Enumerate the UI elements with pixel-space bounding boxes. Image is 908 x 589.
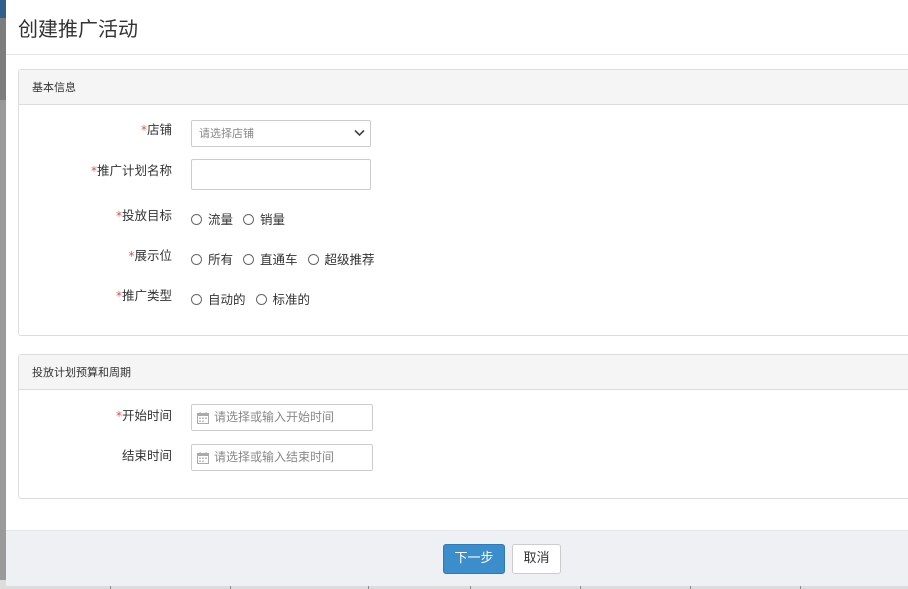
goal-option-traffic[interactable]: 流量 [191, 209, 233, 228]
modal-footer: 下一步 取消 [6, 530, 908, 586]
radio-button[interactable] [255, 293, 267, 305]
start-time-label: *开始时间 [116, 406, 172, 426]
promo-type-row: *推广类型 自动的 标准的 [19, 286, 908, 316]
next-step-button[interactable]: 下一步 [443, 544, 505, 574]
end-time-input[interactable]: 请选择或输入结束时间 [191, 444, 373, 471]
end-time-row: 结束时间 请选择或输入结束时间 [19, 444, 908, 476]
start-time-input[interactable]: 请选择或输入开始时间 [191, 404, 373, 431]
chevron-down-icon [354, 129, 365, 137]
radio-button[interactable] [243, 213, 255, 225]
promo-type-option-auto[interactable]: 自动的 [191, 289, 246, 308]
cancel-button[interactable]: 取消 [512, 544, 561, 574]
radio-button[interactable] [243, 253, 255, 265]
placement-label-text: 展示位 [134, 248, 172, 263]
store-label-text: 店铺 [146, 122, 172, 137]
end-time-placeholder: 请选择或输入结束时间 [214, 450, 335, 464]
start-time-placeholder: 请选择或输入开始时间 [214, 410, 335, 424]
calendar-icon [197, 451, 209, 464]
basic-info-panel: 基本信息 *店铺 请选择店铺 *推广计划名称 *投放目标 流量 销量 *展示位 … [18, 69, 908, 336]
placement-option-label: 超级推荐 [324, 251, 375, 267]
calendar-icon [197, 411, 209, 424]
plan-name-label-text: 推广计划名称 [96, 163, 172, 178]
goal-option-label: 销量 [260, 211, 286, 227]
promo-type-radio-group: 自动的 标准的 [191, 288, 320, 308]
store-select[interactable]: 请选择店铺 [191, 120, 371, 147]
plan-name-label: *推广计划名称 [91, 161, 172, 181]
radio-button[interactable] [307, 253, 319, 265]
placement-option-through-train[interactable]: 直通车 [243, 249, 298, 268]
goal-option-label: 流量 [208, 211, 234, 227]
budget-period-panel: 投放计划预算和周期 *开始时间 请选择或输入开始时间 结束时间 请选择或输入结束… [18, 354, 908, 499]
goal-radio-group: 流量 销量 [191, 208, 295, 228]
goal-option-sales[interactable]: 销量 [243, 209, 285, 228]
store-row: *店铺 请选择店铺 [19, 120, 908, 150]
start-time-label-text: 开始时间 [121, 408, 172, 423]
promo-type-option-label: 自动的 [208, 291, 246, 307]
start-time-row: *开始时间 请选择或输入开始时间 [19, 404, 908, 436]
goal-label-text: 投放目标 [121, 208, 172, 223]
goal-label: *投放目标 [116, 206, 172, 226]
placement-option-label: 所有 [208, 251, 234, 267]
store-label: *店铺 [141, 120, 172, 140]
placement-option-all[interactable]: 所有 [191, 249, 233, 268]
plan-name-input[interactable] [191, 159, 371, 190]
store-select-placeholder: 请选择店铺 [199, 127, 254, 140]
placement-label: *展示位 [128, 246, 172, 266]
promo-type-option-standard[interactable]: 标准的 [255, 289, 311, 308]
promo-type-option-label: 标准的 [272, 291, 311, 307]
placement-radio-group: 所有 直通车 超级推荐 [191, 248, 385, 268]
create-campaign-modal: 创建推广活动 基本信息 *店铺 请选择店铺 *推广计划名称 *投放目标 流量 销… [6, 0, 908, 586]
placement-option-super-recommend[interactable]: 超级推荐 [307, 249, 375, 268]
placement-row: *展示位 所有 直通车 超级推荐 [19, 246, 908, 276]
radio-button[interactable] [191, 293, 202, 305]
promo-type-label: *推广类型 [116, 286, 172, 306]
modal-title: 创建推广活动 [18, 17, 138, 41]
goal-row: *投放目标 流量 销量 [19, 206, 908, 236]
plan-name-row: *推广计划名称 [19, 159, 908, 191]
basic-info-heading: 基本信息 [19, 70, 908, 105]
radio-button[interactable] [191, 213, 202, 225]
modal-header: 创建推广活动 [6, 0, 908, 55]
promo-type-label-text: 推广类型 [121, 288, 172, 303]
budget-period-heading: 投放计划预算和周期 [19, 355, 908, 390]
placement-option-label: 直通车 [260, 251, 298, 267]
radio-button[interactable] [191, 253, 202, 265]
end-time-label: 结束时间 [121, 448, 172, 463]
